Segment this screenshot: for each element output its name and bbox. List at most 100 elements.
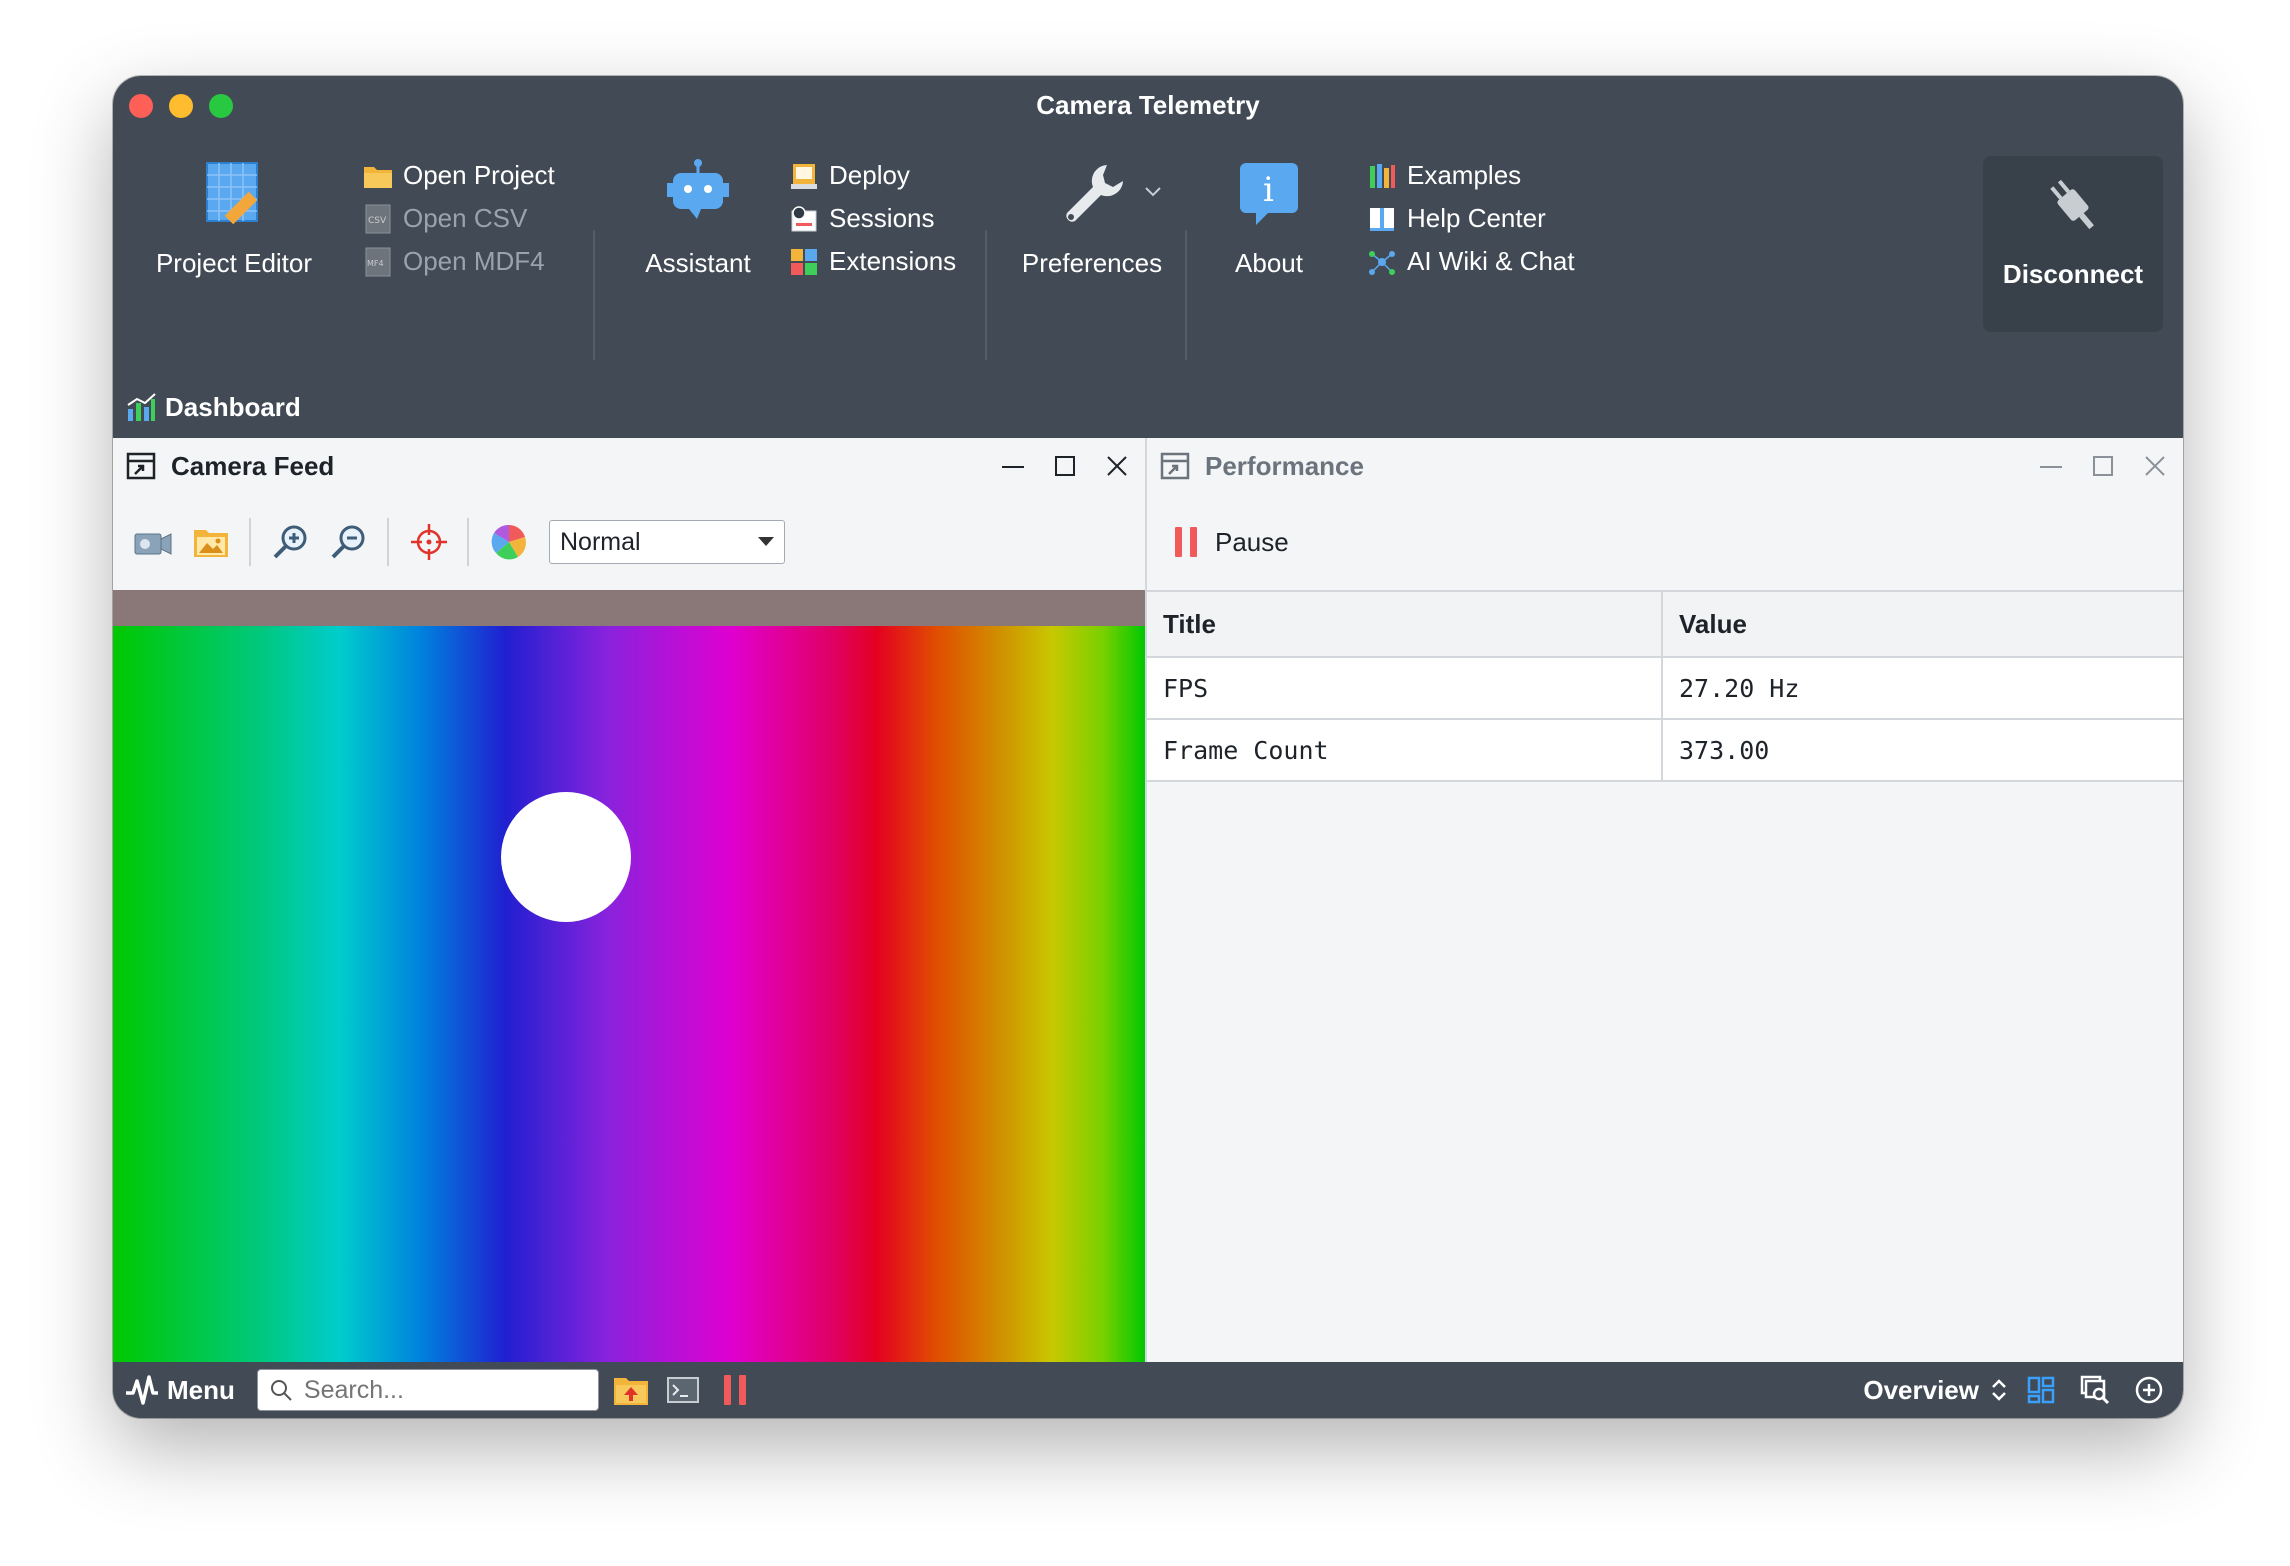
csv-file-icon: CSV: [363, 204, 393, 234]
window-search-icon: [2080, 1375, 2110, 1405]
close-icon[interactable]: [2141, 452, 2169, 480]
app-window: Camera Telemetry Project Editor Open Pro…: [113, 76, 2183, 1418]
extensions-button[interactable]: Extensions: [789, 240, 956, 283]
camera-capture-button[interactable]: [127, 516, 179, 568]
open-mdf4-button[interactable]: MF4 Open MDF4: [363, 240, 555, 283]
title-bar: Camera Telemetry: [113, 76, 2183, 134]
menu-label: Menu: [167, 1374, 235, 1405]
minimize-icon[interactable]: [999, 452, 1027, 480]
deploy-actions: Deploy Sessions Extensions: [789, 154, 956, 283]
performance-panel: Performance Pause Title Value FPS 27.20 …: [1147, 438, 2183, 1418]
mdf4-file-icon: MF4: [363, 247, 393, 277]
taskbar: Menu Overview: [113, 1362, 2183, 1418]
sessions-label: Sessions: [829, 203, 935, 233]
table-row[interactable]: Frame Count 373.00: [1147, 720, 2183, 782]
about-button[interactable]: i About: [1207, 134, 1331, 370]
plus-circle-icon: [2135, 1376, 2163, 1404]
color-mode-select[interactable]: Normal: [549, 520, 785, 564]
help-center-button[interactable]: Help Center: [1367, 197, 1575, 240]
save-image-button[interactable]: [185, 516, 237, 568]
column-header-title[interactable]: Title: [1147, 592, 1663, 656]
project-editor-button[interactable]: Project Editor: [149, 134, 319, 370]
column-header-value[interactable]: Value: [1663, 592, 2183, 656]
performance-header: Performance: [1147, 438, 2183, 494]
close-icon[interactable]: [1103, 452, 1131, 480]
pulse-logo-icon: [126, 1375, 158, 1405]
open-project-button[interactable]: Open Project: [363, 154, 555, 197]
open-folder-button[interactable]: [611, 1370, 651, 1410]
extensions-label: Extensions: [829, 246, 957, 276]
project-editor-label: Project Editor: [155, 248, 313, 278]
svg-text:CSV: CSV: [368, 216, 387, 226]
minimize-icon[interactable]: [2037, 452, 2065, 480]
color-mode-button[interactable]: [483, 516, 535, 568]
ai-wiki-label: AI Wiki & Chat: [1407, 246, 1575, 276]
svg-text:MF4: MF4: [367, 259, 384, 268]
book-icon: [1367, 204, 1397, 234]
maximize-icon[interactable]: [2089, 452, 2117, 480]
help-center-label: Help Center: [1407, 203, 1546, 233]
examples-label: Examples: [1407, 160, 1522, 190]
toolbar-separator: [593, 230, 595, 360]
disconnect-label: Disconnect: [2002, 259, 2144, 289]
robot-icon: [658, 152, 738, 232]
camera-viewport[interactable]: [113, 590, 1145, 1418]
add-widget-button[interactable]: [2129, 1370, 2169, 1410]
examples-button[interactable]: Examples: [1367, 154, 1575, 197]
performance-table: Title Value FPS 27.20 Hz Frame Count 373…: [1147, 590, 2183, 782]
toolbar-separator: [387, 518, 389, 566]
menu-button[interactable]: Menu: [125, 1375, 235, 1406]
ai-wiki-button[interactable]: AI Wiki & Chat: [1367, 240, 1575, 283]
table-row[interactable]: FPS 27.20 Hz: [1147, 658, 2183, 720]
maximize-icon[interactable]: [1051, 452, 1079, 480]
camera-feed-title: Camera Feed: [171, 450, 335, 481]
widget-window-icon: [126, 452, 156, 480]
preferences-label: Preferences: [1021, 248, 1163, 278]
zoom-out-button[interactable]: [323, 516, 375, 568]
console-button[interactable]: [663, 1370, 703, 1410]
deploy-button[interactable]: Deploy: [789, 154, 956, 197]
open-csv-label: Open CSV: [403, 203, 528, 233]
plug-icon: [2038, 170, 2108, 245]
pause-button[interactable]: Pause: [1175, 527, 1289, 558]
performance-title: Performance: [1205, 450, 1364, 481]
camera-feed-header: Camera Feed: [113, 438, 1145, 494]
search-windows-button[interactable]: [2075, 1370, 2115, 1410]
disconnect-button[interactable]: Disconnect: [1983, 156, 2163, 332]
row-title: Frame Count: [1147, 720, 1663, 780]
table-header-row: Title Value: [1147, 592, 2183, 658]
grid-layout-icon: [2027, 1376, 2055, 1404]
search-input[interactable]: [301, 1374, 586, 1406]
folder-upload-icon: [613, 1378, 648, 1405]
toolbar-separator: [249, 518, 251, 566]
tracked-object-marker: [501, 792, 631, 922]
tile-layout-button[interactable]: [2021, 1370, 2061, 1410]
camera-frame-image: [113, 626, 1145, 1400]
info-icon: i: [1229, 152, 1309, 232]
zoom-in-icon: [273, 525, 307, 559]
performance-panel-window-controls: [2037, 452, 2169, 480]
search-icon: [270, 1380, 292, 1401]
assistant-button[interactable]: Assistant: [623, 134, 773, 370]
row-value: 27.20 Hz: [1679, 673, 1800, 703]
pause-stream-button[interactable]: [715, 1370, 755, 1410]
pause-icon: [723, 1375, 746, 1405]
zoom-in-button[interactable]: [265, 516, 317, 568]
main-toolbar: Project Editor Open Project CSV Open CSV…: [113, 134, 2183, 378]
extensions-icon: [789, 247, 819, 277]
workspace-selector[interactable]: Overview: [1863, 1375, 2007, 1406]
open-csv-button[interactable]: CSV Open CSV: [363, 197, 555, 240]
workspace-label: Overview: [1863, 1374, 1979, 1405]
video-camera-icon: [134, 533, 172, 555]
crosshair-button[interactable]: [403, 516, 455, 568]
assistant-label: Assistant: [645, 248, 751, 278]
zoom-out-icon: [331, 525, 365, 559]
preferences-button[interactable]: Preferences: [1007, 134, 1177, 370]
search-box[interactable]: [256, 1369, 599, 1411]
svg-text:i: i: [1263, 170, 1274, 210]
sessions-button[interactable]: Sessions: [789, 197, 956, 240]
camera-feed-panel: Camera Feed Normal: [113, 438, 1145, 1418]
row-title: FPS: [1147, 658, 1663, 718]
project-editor-icon: [194, 152, 274, 232]
network-icon: [1367, 247, 1397, 277]
